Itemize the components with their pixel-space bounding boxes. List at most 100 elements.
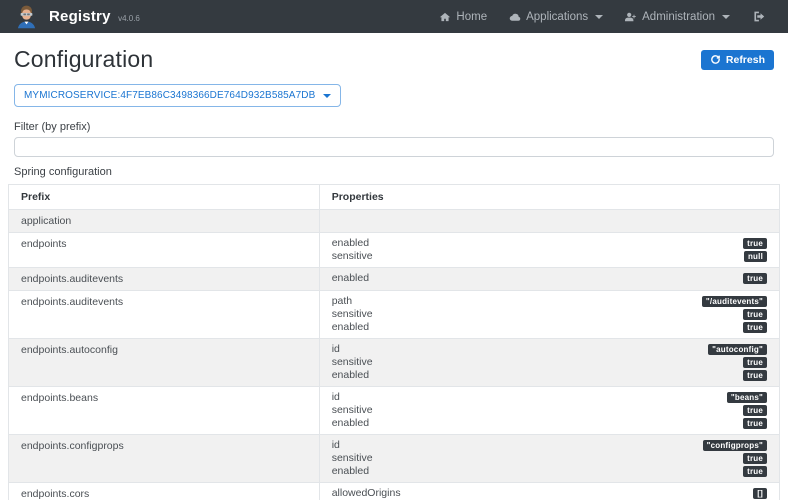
property-value-badge: "configprops" — [703, 440, 767, 451]
property-line: enabled true — [332, 321, 767, 334]
property-value-badge: true — [743, 357, 767, 368]
property-name: id — [332, 391, 340, 404]
property-value-badge: true — [743, 466, 767, 477]
filter-input[interactable] — [14, 137, 774, 157]
property-value-badge: "autoconfig" — [708, 344, 767, 355]
property-name: enabled — [332, 417, 369, 430]
property-name: sensitive — [332, 250, 373, 263]
property-name: sensitive — [332, 404, 373, 417]
table-row: application — [9, 210, 780, 233]
prefix-cell: endpoints — [9, 233, 320, 268]
table-row: endpoints.configpropsid"configprops"sens… — [9, 435, 780, 483]
properties-cell: id "beans" sensitive true enabled true — [319, 387, 779, 435]
nav-item-home[interactable]: Home — [430, 5, 496, 29]
property-line: enabled true — [332, 465, 767, 478]
property-name: id — [332, 343, 340, 356]
table-row: endpoints enabledtruesensitive null — [9, 233, 780, 268]
property-line: sensitive true — [332, 404, 767, 417]
property-value-badge: true — [743, 309, 767, 320]
properties-cell: id "configprops" sensitive true enabled true — [319, 435, 779, 483]
chevron-down-icon — [722, 15, 730, 19]
instance-dropdown-label: MYMICROSERVICE:4F7EB86C3498366DE764D932B… — [24, 90, 315, 101]
property-value-badge: "beans" — [727, 392, 767, 403]
property-value-badge: [] — [753, 488, 767, 499]
property-line: enabledtrue — [332, 237, 767, 250]
properties-cell: enabled true — [319, 268, 779, 291]
page-title: Configuration — [14, 46, 153, 73]
property-line: sensitive true — [332, 452, 767, 465]
nav-item-label: Home — [456, 11, 487, 23]
sign-out-button[interactable] — [743, 4, 774, 29]
prefix-cell: endpoints.beans — [9, 387, 320, 435]
refresh-button[interactable]: Refresh — [701, 50, 774, 70]
property-name: enabled — [332, 369, 369, 382]
properties-cell: allowedOrigins[]maxAge1800exposedHeaders… — [319, 483, 779, 500]
property-value-badge: true — [743, 273, 767, 284]
property-line: enabled true — [332, 272, 767, 285]
property-line: path "/auditevents" — [332, 295, 767, 308]
nav-item-administration[interactable]: Administration — [616, 5, 739, 29]
property-line: id "autoconfig" — [332, 343, 767, 356]
nav-item-label: Applications — [526, 11, 588, 23]
instance-dropdown[interactable]: MYMICROSERVICE:4F7EB86C3498366DE764D932B… — [14, 84, 341, 107]
nav-menu: Home Applications Administration — [430, 4, 774, 29]
prefix-cell: endpoints.auditevents — [9, 291, 320, 339]
property-value-badge: null — [744, 251, 767, 262]
property-line: sensitive null — [332, 250, 767, 263]
properties-cell: enabledtruesensitive null — [319, 233, 779, 268]
user-plus-icon — [625, 11, 637, 23]
chevron-down-icon — [323, 94, 331, 98]
table-row: endpoints.beansid"beans"sensitivetrueena… — [9, 387, 780, 435]
property-line: sensitive true — [332, 308, 767, 321]
property-value-badge: true — [743, 370, 767, 381]
section-label: Spring configuration — [14, 166, 774, 178]
property-name: enabled — [332, 272, 369, 285]
property-line: sensitive true — [332, 356, 767, 369]
property-value-badge: "/auditevents" — [702, 296, 767, 307]
properties-cell: path "/auditevents" sensitive true enabled tr… — [319, 291, 779, 339]
property-line: allowedOrigins[] — [332, 487, 767, 500]
nav-item-label: Administration — [642, 11, 715, 23]
filter-label: Filter (by prefix) — [14, 121, 774, 133]
property-line: id "beans" — [332, 391, 767, 404]
table-row: endpoints.auditeventspath"/auditevents"s… — [9, 291, 780, 339]
properties-cell: id "autoconfig" sensitive true enabled true — [319, 339, 779, 387]
table-row: endpoints.autoconfigid"autoconfig"sensit… — [9, 339, 780, 387]
property-name: sensitive — [332, 452, 373, 465]
property-name: enabled — [332, 321, 369, 334]
app-version: v4.0.6 — [118, 14, 140, 23]
property-name: sensitive — [332, 356, 373, 369]
prefix-cell: endpoints.autoconfig — [9, 339, 320, 387]
config-table-wrap: Prefix Properties applicationendpointsen… — [8, 184, 780, 500]
property-name: enabled — [332, 465, 369, 478]
navbar: Registry v4.0.6 Home Applications Admini… — [0, 0, 788, 33]
avatar — [14, 4, 39, 29]
prefix-cell: endpoints.auditevents — [9, 268, 320, 291]
config-table: Prefix Properties applicationendpointsen… — [8, 184, 780, 500]
property-value-badge: true — [743, 418, 767, 429]
property-value-badge: true — [743, 453, 767, 464]
property-name: path — [332, 295, 352, 308]
prefix-cell: endpoints.cors — [9, 483, 320, 500]
main-content: Configuration Refresh MYMICROSERVICE:4F7… — [0, 33, 788, 500]
nav-item-applications[interactable]: Applications — [500, 5, 612, 29]
property-name: sensitive — [332, 308, 373, 321]
prefix-cell: endpoints.configprops — [9, 435, 320, 483]
property-value-badge: true — [743, 405, 767, 416]
config-table-body: applicationendpointsenabledtruesensitive… — [9, 210, 780, 500]
chevron-down-icon — [595, 15, 603, 19]
prefix-cell: application — [9, 210, 320, 233]
sign-out-icon — [752, 10, 765, 23]
property-value-badge: true — [743, 322, 767, 333]
cloud-icon — [509, 11, 521, 23]
property-name: enabled — [332, 237, 369, 250]
property-line: enabled true — [332, 417, 767, 430]
table-header-row: Prefix Properties — [9, 185, 780, 210]
refresh-icon — [710, 54, 721, 65]
column-header-prefix: Prefix — [9, 185, 320, 210]
property-name: id — [332, 439, 340, 452]
brand[interactable]: Registry v4.0.6 — [14, 4, 140, 29]
home-icon — [439, 11, 451, 23]
property-line: enabled true — [332, 369, 767, 382]
column-header-properties: Properties — [319, 185, 779, 210]
